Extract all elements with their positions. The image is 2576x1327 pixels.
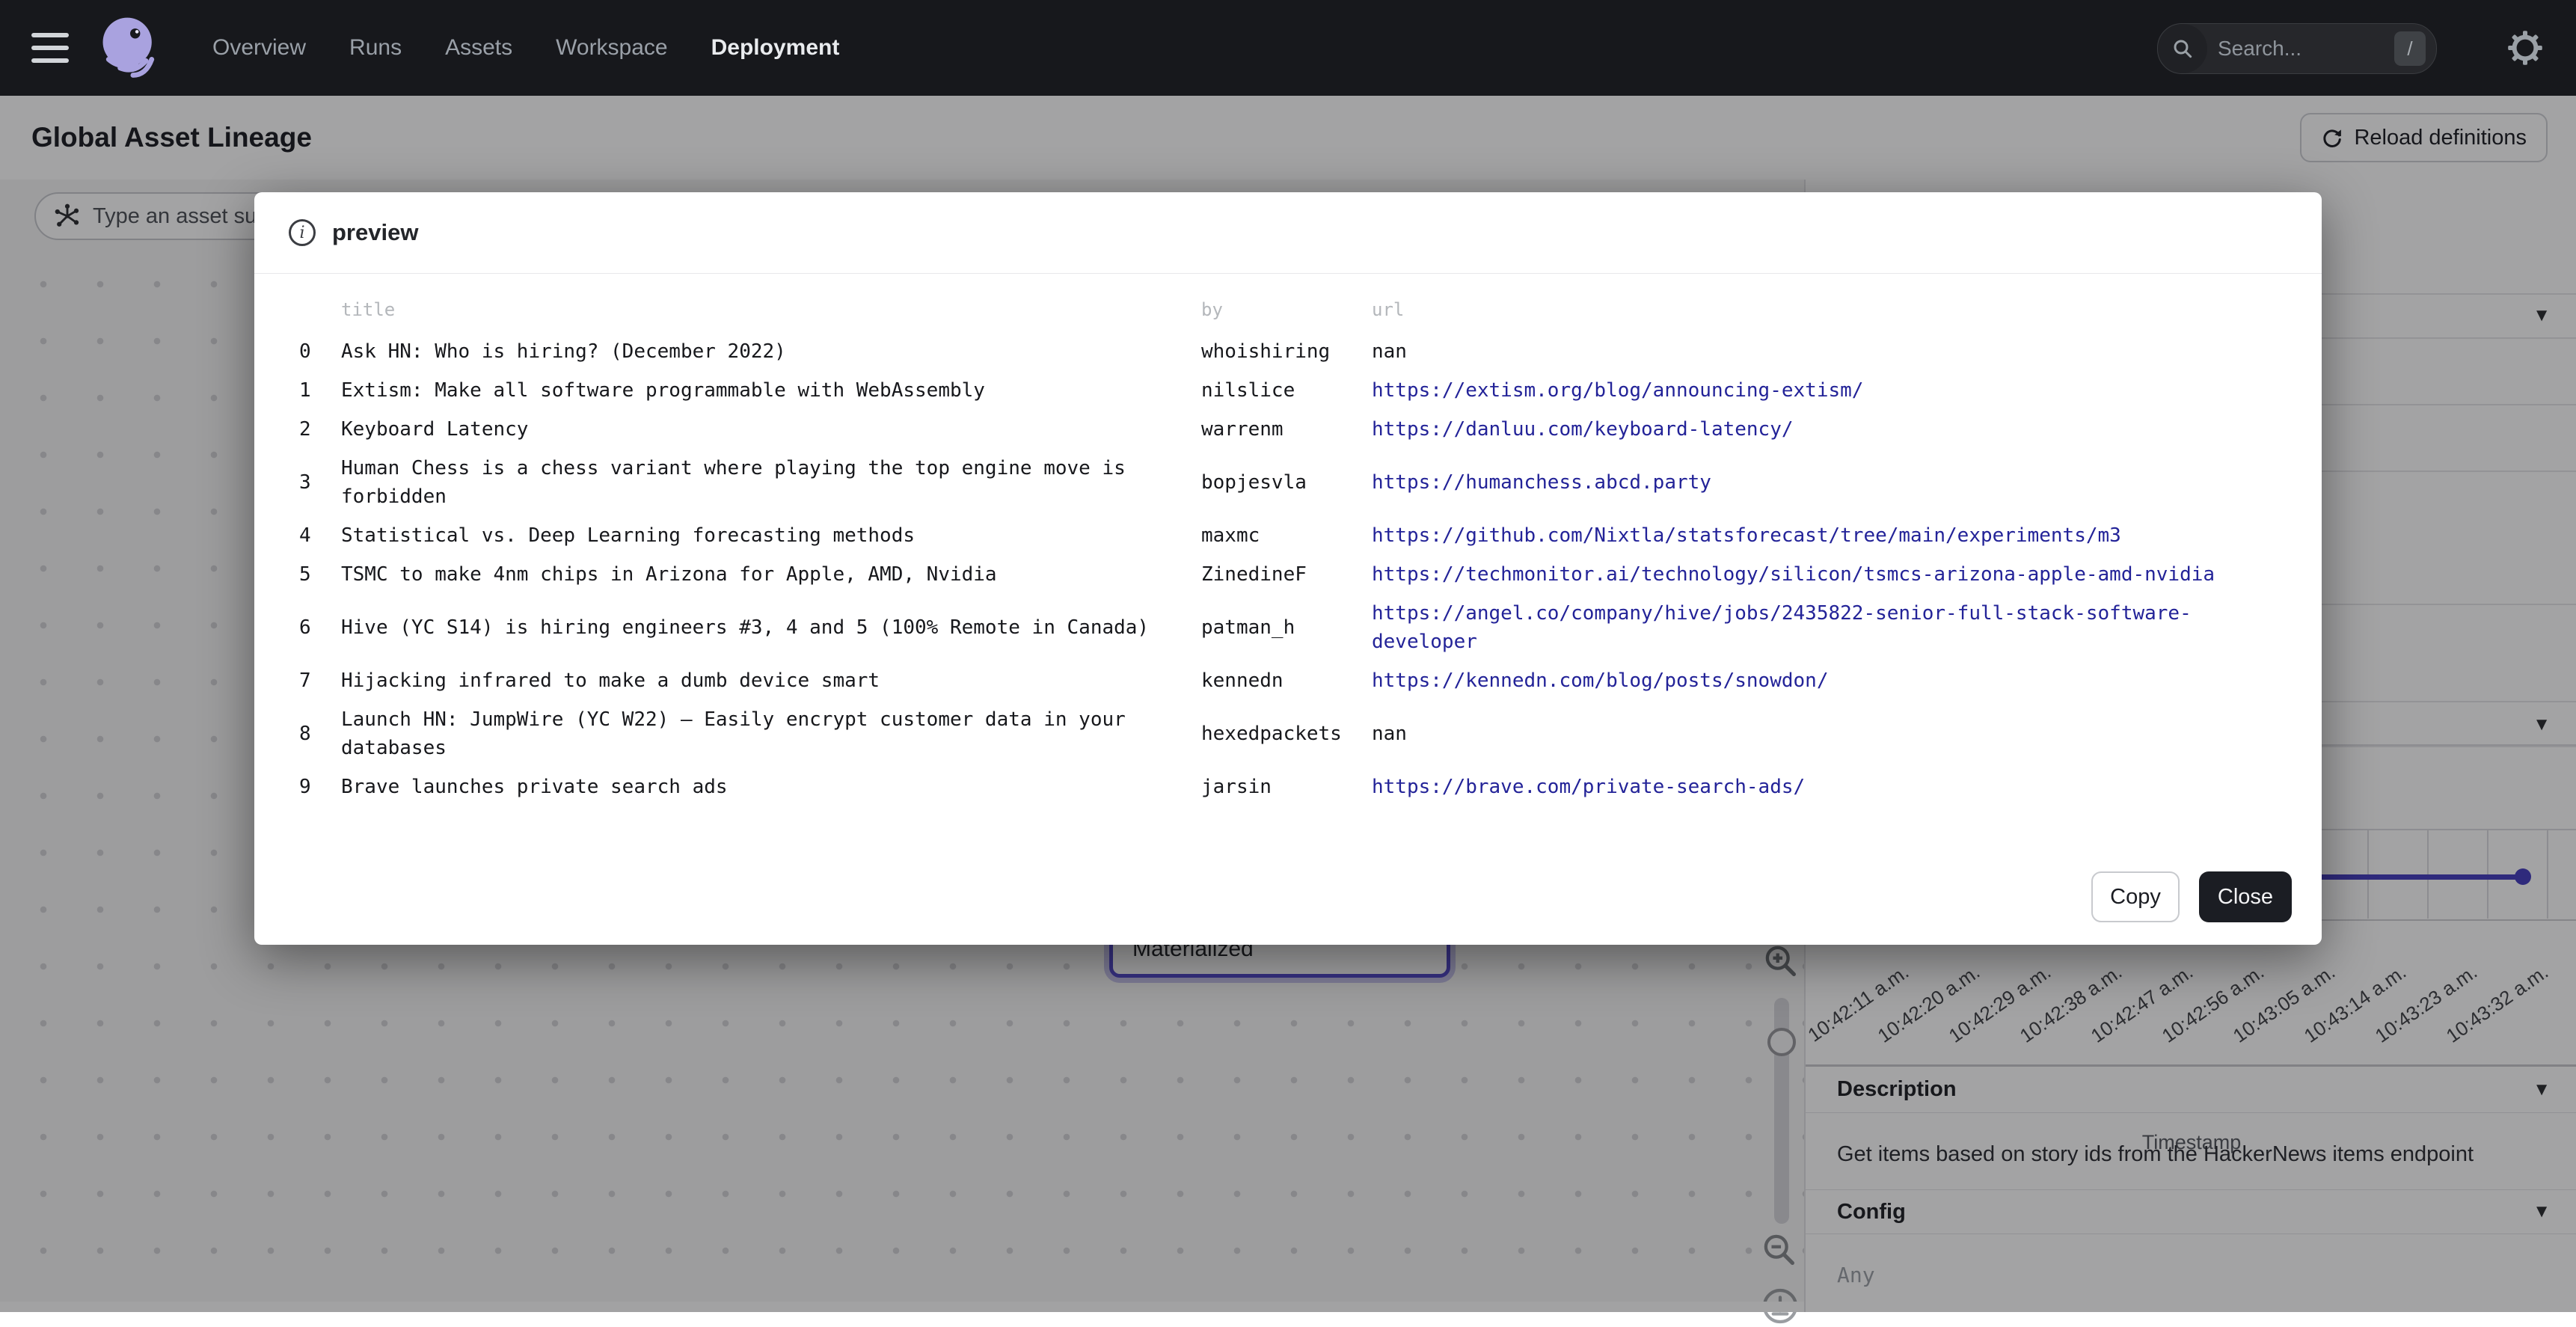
cell-url: nan bbox=[1372, 332, 2277, 371]
cell-title: Hive (YC S14) is hiring engineers #3, 4 … bbox=[341, 594, 1201, 661]
cell-url: nan bbox=[1372, 700, 2277, 767]
column-url: url bbox=[1372, 289, 2277, 332]
table-row: 9Brave launches private search adsjarsin… bbox=[299, 767, 2277, 806]
primary-nav: Overview Runs Assets Workspace Deployment bbox=[212, 35, 839, 61]
cell-by: nilslice bbox=[1201, 371, 1372, 410]
nav-item-workspace[interactable]: Workspace bbox=[556, 35, 668, 61]
cell-by: whoishiring bbox=[1201, 332, 1372, 371]
table-row: 3Human Chess is a chess variant where pl… bbox=[299, 449, 2277, 516]
cell-by: kennedn bbox=[1201, 661, 1372, 700]
cell-by: bopjesvla bbox=[1201, 449, 1372, 516]
cell-by: warrenm bbox=[1201, 410, 1372, 449]
url-link[interactable]: https://extism.org/blog/announcing-extis… bbox=[1372, 379, 1863, 402]
cell-index: 8 bbox=[299, 700, 341, 767]
cell-title: Keyboard Latency bbox=[341, 410, 1201, 449]
cell-title: Hijacking infrared to make a dumb device… bbox=[341, 661, 1201, 700]
url-link[interactable]: https://techmonitor.ai/technology/silico… bbox=[1372, 563, 2215, 586]
cell-index: 2 bbox=[299, 410, 341, 449]
table-row: 0Ask HN: Who is hiring? (December 2022)w… bbox=[299, 332, 2277, 371]
table-row: 1Extism: Make all software programmable … bbox=[299, 371, 2277, 410]
search-icon bbox=[2158, 24, 2207, 73]
cell-title: Statistical vs. Deep Learning forecastin… bbox=[341, 516, 1201, 555]
dagster-octopus-icon bbox=[94, 12, 166, 84]
cell-title: TSMC to make 4nm chips in Arizona for Ap… bbox=[341, 555, 1201, 594]
cell-by: ZinedineF bbox=[1201, 555, 1372, 594]
cell-url: https://brave.com/private-search-ads/ bbox=[1372, 767, 2277, 806]
nav-item-runs[interactable]: Runs bbox=[349, 35, 402, 61]
gear-icon[interactable] bbox=[2507, 30, 2543, 66]
nav-item-overview[interactable]: Overview bbox=[212, 35, 306, 61]
preview-dialog: i preview title by url 0Ask HN: Who is h… bbox=[254, 192, 2322, 945]
table-row: 7Hijacking infrared to make a dumb devic… bbox=[299, 661, 2277, 700]
column-index bbox=[299, 289, 341, 332]
cell-url: https://angel.co/company/hive/jobs/24358… bbox=[1372, 594, 2277, 661]
cell-title: Human Chess is a chess variant where pla… bbox=[341, 449, 1201, 516]
search-input[interactable]: Search... / bbox=[2157, 23, 2437, 74]
cell-url: https://kennedn.com/blog/posts/snowdon/ bbox=[1372, 661, 2277, 700]
cell-index: 0 bbox=[299, 332, 341, 371]
cell-by: patman_h bbox=[1201, 594, 1372, 661]
cell-url: https://humanchess.abcd.party bbox=[1372, 449, 2277, 516]
cell-by: jarsin bbox=[1201, 767, 1372, 806]
column-by: by bbox=[1201, 289, 1372, 332]
cell-url: https://extism.org/blog/announcing-extis… bbox=[1372, 371, 2277, 410]
cell-title: Ask HN: Who is hiring? (December 2022) bbox=[341, 332, 1201, 371]
close-button[interactable]: Close bbox=[2199, 871, 2292, 922]
cell-title: Extism: Make all software programmable w… bbox=[341, 371, 1201, 410]
cell-index: 1 bbox=[299, 371, 341, 410]
column-title: title bbox=[341, 289, 1201, 332]
preview-dialog-body: title by url 0Ask HN: Who is hiring? (De… bbox=[254, 274, 2322, 806]
nav-item-assets[interactable]: Assets bbox=[445, 35, 512, 61]
menu-icon[interactable] bbox=[31, 33, 69, 63]
cell-index: 7 bbox=[299, 661, 341, 700]
cell-index: 6 bbox=[299, 594, 341, 661]
table-row: 2Keyboard Latencywarrenmhttps://danluu.c… bbox=[299, 410, 2277, 449]
cell-index: 9 bbox=[299, 767, 341, 806]
cell-title: Launch HN: JumpWire (YC W22) – Easily en… bbox=[341, 700, 1201, 767]
cell-index: 4 bbox=[299, 516, 341, 555]
url-link[interactable]: https://danluu.com/keyboard-latency/ bbox=[1372, 418, 1794, 441]
url-link[interactable]: https://humanchess.abcd.party bbox=[1372, 471, 1711, 494]
cell-index: 3 bbox=[299, 449, 341, 516]
preview-dialog-title: preview bbox=[332, 219, 418, 246]
preview-dialog-header: i preview bbox=[254, 192, 2322, 274]
info-icon: i bbox=[289, 219, 316, 246]
copy-button[interactable]: Copy bbox=[2091, 871, 2180, 922]
nav-item-deployment[interactable]: Deployment bbox=[711, 35, 840, 61]
table-row: 4Statistical vs. Deep Learning forecasti… bbox=[299, 516, 2277, 555]
cell-by: hexedpackets bbox=[1201, 700, 1372, 767]
preview-table: title by url 0Ask HN: Who is hiring? (De… bbox=[299, 289, 2277, 806]
url-link[interactable]: https://angel.co/company/hive/jobs/24358… bbox=[1372, 602, 2192, 653]
preview-dialog-footer: Copy Close bbox=[2091, 871, 2292, 922]
preview-table-header-row: title by url bbox=[299, 289, 2277, 332]
cell-by: maxmc bbox=[1201, 516, 1372, 555]
dagster-logo[interactable] bbox=[94, 12, 166, 84]
search-shortcut-badge: / bbox=[2394, 31, 2426, 66]
top-nav: Overview Runs Assets Workspace Deployment Se… bbox=[0, 0, 2576, 96]
cell-url: https://github.com/Nixtla/statsforecast/… bbox=[1372, 516, 2277, 555]
url-link[interactable]: https://github.com/Nixtla/statsforecast/… bbox=[1372, 524, 2121, 547]
url-link[interactable]: https://brave.com/private-search-ads/ bbox=[1372, 776, 1805, 798]
table-row: 8Launch HN: JumpWire (YC W22) – Easily e… bbox=[299, 700, 2277, 767]
url-link[interactable]: https://kennedn.com/blog/posts/snowdon/ bbox=[1372, 669, 1828, 692]
cell-url: https://techmonitor.ai/technology/silico… bbox=[1372, 555, 2277, 594]
cell-url: https://danluu.com/keyboard-latency/ bbox=[1372, 410, 2277, 449]
table-row: 5TSMC to make 4nm chips in Arizona for A… bbox=[299, 555, 2277, 594]
cell-title: Brave launches private search ads bbox=[341, 767, 1201, 806]
search-placeholder: Search... bbox=[2218, 37, 2394, 61]
table-row: 6Hive (YC S14) is hiring engineers #3, 4… bbox=[299, 594, 2277, 661]
cell-index: 5 bbox=[299, 555, 341, 594]
